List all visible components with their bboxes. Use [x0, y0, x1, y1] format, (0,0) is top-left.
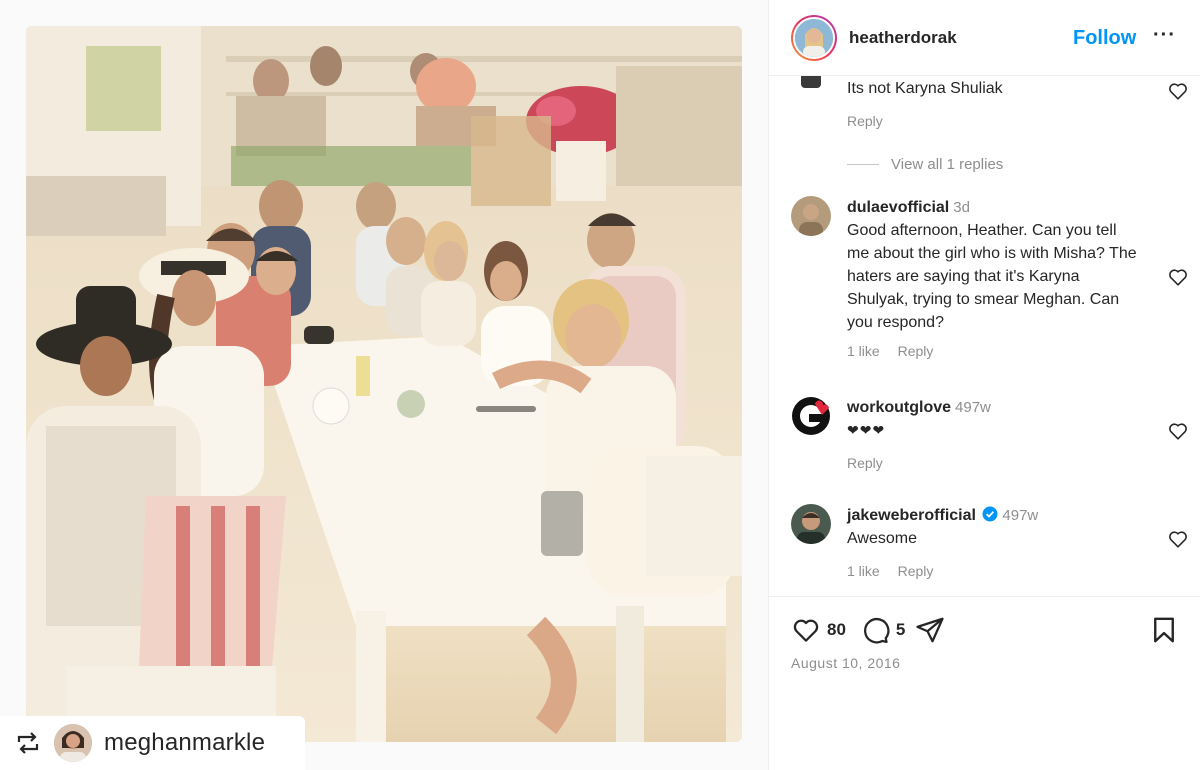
- view-replies-label: View all 1 replies: [891, 156, 1004, 173]
- comment-body: Its not Karyna Shuliak Reply: [847, 77, 1143, 133]
- reply-button[interactable]: Reply: [898, 563, 934, 579]
- heart-icon: [793, 619, 819, 642]
- comment-avatar[interactable]: [791, 504, 831, 544]
- comment-time: 3d: [953, 199, 970, 216]
- comments-list: Its not Karyna Shuliak Reply View all 1 …: [769, 76, 1200, 596]
- comment-icon: [863, 618, 890, 644]
- repost-user-avatar[interactable]: [54, 724, 92, 762]
- comment-text: ❤❤❤: [847, 422, 886, 438]
- comment-like-count[interactable]: 1 like: [847, 563, 880, 579]
- comment-time: 497w: [955, 399, 991, 416]
- follow-button[interactable]: Follow: [1073, 27, 1136, 50]
- author-username[interactable]: heatherdorak: [849, 28, 957, 48]
- author-avatar[interactable]: [791, 14, 837, 61]
- comment-time: 497w: [1002, 507, 1039, 524]
- comment-avatar[interactable]: [791, 396, 831, 436]
- comments-count: 5: [895, 620, 906, 639]
- comment-meta: 1 like Reply: [847, 560, 1143, 583]
- post-media: meghanmarkle: [0, 0, 768, 770]
- comment-avatar[interactable]: [791, 76, 831, 94]
- reply-button[interactable]: Reply: [847, 113, 883, 129]
- comment-meta: Reply: [847, 110, 1143, 133]
- more-options-button[interactable]: ···: [1153, 24, 1176, 47]
- repost-attribution: meghanmarkle: [0, 716, 305, 770]
- comment-avatar[interactable]: [791, 196, 831, 236]
- view-replies-button[interactable]: View all 1 replies: [847, 156, 1003, 173]
- comment-button[interactable]: [860, 615, 890, 645]
- bookmark-icon[interactable]: [1149, 615, 1179, 645]
- reply-button[interactable]: Reply: [847, 455, 883, 471]
- post-side-panel: heatherdorak Follow ··· Its not Karyna S…: [768, 0, 1200, 770]
- comment-item: jakeweberofficial 497w Awesome 1 like Re…: [791, 504, 1187, 594]
- comment-username[interactable]: workoutglove: [847, 399, 951, 416]
- comment-item: workoutglove 497w ❤❤❤ Reply: [791, 396, 1187, 486]
- comment-item: dulaevofficial 3d Good afternoon, Heather…: [791, 196, 1187, 376]
- repost-username[interactable]: meghanmarkle: [104, 729, 265, 757]
- action-bar: 80 5: [791, 615, 945, 645]
- comment-username[interactable]: jakeweberofficial: [847, 507, 976, 524]
- send-icon: [916, 617, 945, 643]
- comment-meta: Reply: [847, 452, 1143, 475]
- repost-icon: [14, 729, 42, 757]
- comment-text: Awesome: [847, 530, 917, 547]
- comment-username[interactable]: dulaevofficial: [847, 199, 949, 216]
- comment-body: workoutglove 497w ❤❤❤ Reply: [847, 396, 1143, 475]
- likes-count[interactable]: 80: [827, 620, 846, 640]
- post-date: August 10, 2016: [791, 655, 901, 671]
- group-photo-image: [26, 26, 742, 742]
- heart-icon[interactable]: [1167, 528, 1189, 550]
- heart-icon[interactable]: [1167, 420, 1189, 442]
- comment-body: jakeweberofficial 497w Awesome 1 like Re…: [847, 504, 1143, 583]
- comment-body: dulaevofficial 3d Good afternoon, Heather…: [847, 196, 1143, 363]
- comment-text: Good afternoon, Heather. Can you tell me…: [847, 222, 1137, 331]
- post-photo[interactable]: [26, 26, 742, 742]
- post-actions-section: 80 5 August 10, 2016: [769, 596, 1200, 770]
- comment-text: Its not Karyna Shuliak: [847, 80, 1003, 97]
- reply-button[interactable]: Reply: [898, 343, 934, 359]
- post-header: heatherdorak Follow ···: [769, 0, 1200, 76]
- heart-icon[interactable]: [1167, 80, 1189, 102]
- share-button[interactable]: [915, 615, 945, 645]
- verified-badge-icon: [982, 506, 998, 522]
- heart-icon[interactable]: [1167, 266, 1189, 288]
- like-button[interactable]: [791, 615, 821, 645]
- comment-like-count[interactable]: 1 like: [847, 343, 880, 359]
- comment-meta: 1 like Reply: [847, 340, 1143, 363]
